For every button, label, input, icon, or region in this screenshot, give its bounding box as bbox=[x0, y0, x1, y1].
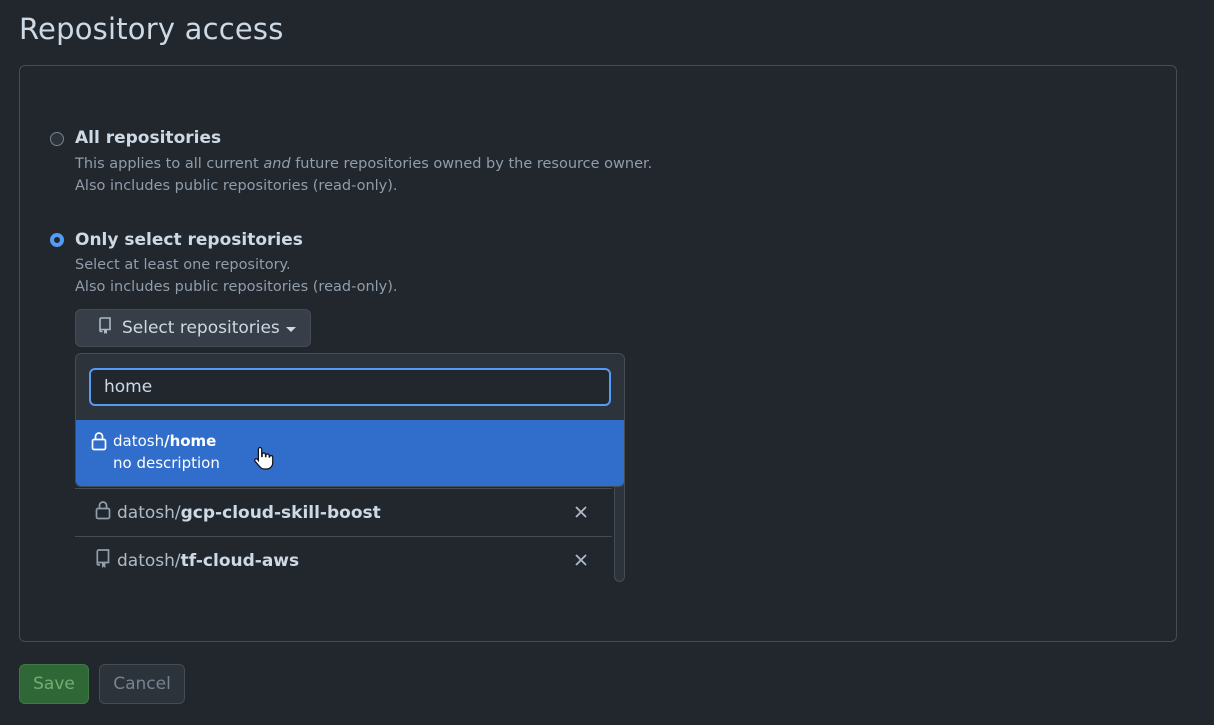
desc-text: Also includes public repositories (read-… bbox=[75, 279, 398, 295]
page-title: Repository access bbox=[19, 12, 284, 46]
lock-icon bbox=[95, 500, 111, 525]
desc-text: This applies to all current bbox=[75, 156, 264, 172]
repo-icon bbox=[95, 548, 111, 573]
dropdown-result-item[interactable]: datosh/home no description bbox=[76, 420, 624, 486]
save-button[interactable]: Save bbox=[19, 664, 89, 704]
desc-text: Also includes public repositories (read-… bbox=[75, 178, 398, 194]
repository-search-input[interactable] bbox=[89, 368, 611, 406]
select-repositories-button[interactable]: Select repositories bbox=[75, 309, 311, 347]
all-repositories-radio[interactable] bbox=[50, 132, 64, 146]
result-description: no description bbox=[113, 454, 220, 472]
remove-repo-button[interactable] bbox=[570, 549, 592, 571]
all-repositories-label[interactable]: All repositories bbox=[75, 128, 221, 148]
remove-repo-button[interactable] bbox=[570, 501, 592, 523]
close-icon bbox=[575, 506, 587, 518]
hand-cursor-icon bbox=[252, 445, 276, 475]
selected-repositories-list: datosh/gcp-cloud-skill-boost datosh/tf-c… bbox=[75, 488, 612, 584]
repo-icon bbox=[98, 317, 112, 339]
repo-name: gcp-cloud-skill-boost bbox=[180, 502, 381, 523]
repo-owner: datosh/ bbox=[117, 550, 181, 571]
desc-text: future repositories owned by the resourc… bbox=[290, 156, 653, 172]
repo-name: tf-cloud-aws bbox=[180, 550, 300, 571]
list-item: datosh/gcp-cloud-skill-boost bbox=[75, 488, 612, 536]
repository-search-dropdown: datosh/home no description bbox=[75, 353, 625, 487]
chevron-down-icon bbox=[285, 327, 296, 332]
result-owner: datosh bbox=[113, 432, 165, 450]
repo-owner: datosh/ bbox=[117, 502, 181, 523]
lock-icon bbox=[91, 431, 107, 455]
result-name: datosh/home bbox=[113, 432, 216, 450]
all-repositories-description: This applies to all current and future r… bbox=[75, 153, 652, 197]
desc-emphasis: and bbox=[263, 156, 291, 172]
select-repositories-label: Select repositories bbox=[122, 318, 280, 338]
close-icon bbox=[575, 554, 587, 566]
cancel-button[interactable]: Cancel bbox=[99, 664, 185, 704]
result-repo: /home bbox=[164, 432, 217, 450]
list-item: datosh/tf-cloud-aws bbox=[75, 536, 612, 584]
only-select-repositories-description: Select at least one repository. Also inc… bbox=[75, 254, 398, 298]
only-select-repositories-radio[interactable] bbox=[50, 233, 64, 247]
only-select-repositories-label[interactable]: Only select repositories bbox=[75, 230, 303, 250]
desc-text: Select at least one repository. bbox=[75, 257, 291, 273]
